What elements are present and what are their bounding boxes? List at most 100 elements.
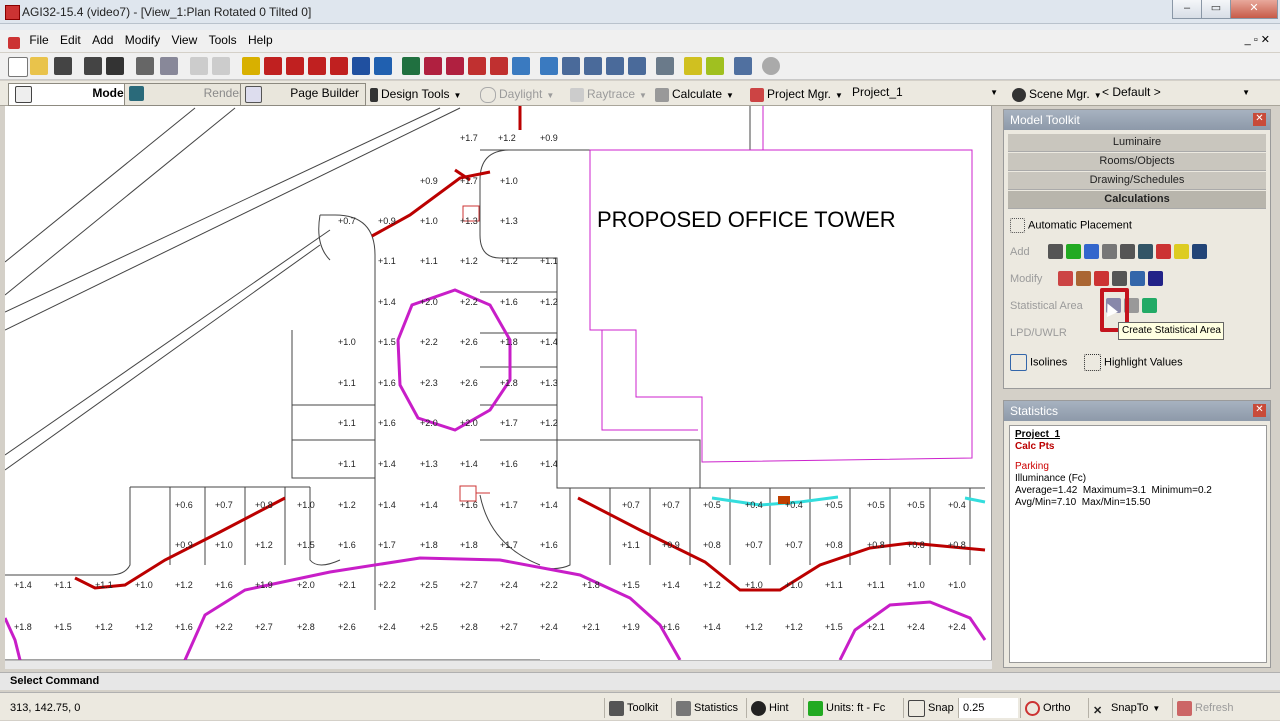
view-icon[interactable] xyxy=(374,57,392,75)
status-units-button[interactable]: Units: ft - Fc xyxy=(803,698,885,718)
mode-toolbar: Model Render Page Builder Design Tools ▼ … xyxy=(0,81,1280,106)
close-button[interactable]: ✕ xyxy=(1230,0,1278,19)
copy-icon[interactable] xyxy=(160,57,178,75)
menu-tools[interactable]: Tools xyxy=(205,30,241,50)
snap-value-field[interactable]: 0.25 xyxy=(958,698,1018,718)
toolkit-header: Model Toolkit ✕ xyxy=(1004,110,1270,130)
new-icon[interactable] xyxy=(8,57,28,77)
status-statistics-button[interactable]: Statistics xyxy=(671,698,738,718)
toolkit-section-luminaire[interactable]: Luminaire xyxy=(1008,134,1266,152)
print-icon[interactable] xyxy=(136,57,154,75)
iso-view-icon[interactable] xyxy=(512,57,530,75)
export-icon[interactable] xyxy=(84,57,102,75)
side-view-icon[interactable] xyxy=(424,57,442,75)
zoom-in-icon[interactable] xyxy=(286,57,304,75)
calc-point-value: +1.7 xyxy=(460,133,478,143)
menu-edit[interactable]: Edit xyxy=(56,30,85,50)
isolines-button[interactable]: Isolines xyxy=(1010,354,1067,371)
pencil-icon[interactable] xyxy=(242,57,260,75)
main-toolbar xyxy=(0,53,1280,80)
highlight-values-button[interactable]: Highlight Values xyxy=(1084,354,1183,371)
left-border xyxy=(0,106,5,672)
calc-point-value: +2.7 xyxy=(460,580,478,590)
orbit-left-icon[interactable] xyxy=(584,57,602,75)
rotate-y-icon[interactable] xyxy=(490,57,508,75)
import-icon[interactable] xyxy=(54,57,72,75)
status-snap-button[interactable]: Snap xyxy=(903,698,954,718)
orbit-up-icon[interactable] xyxy=(628,57,646,75)
calc-point-value: +1.1 xyxy=(378,256,396,266)
daylight-menu[interactable]: Daylight ▼ xyxy=(480,87,554,103)
toolkit-section-drawing[interactable]: Drawing/Schedules xyxy=(1008,172,1266,190)
calc-point-value: +1.2 xyxy=(255,540,273,550)
menu-view[interactable]: View xyxy=(167,30,201,50)
splitter[interactable] xyxy=(993,106,1001,670)
site-plan[interactable]: +1.7 +1.2 +0.9 +0.9 +1.7 +1.0 +0.7 +0.9 +1.0 +1.3… xyxy=(5,106,992,666)
toolkit-close-icon[interactable]: ✕ xyxy=(1253,113,1266,126)
stop-icon[interactable] xyxy=(762,57,780,75)
units-icon xyxy=(808,700,823,716)
mdi-controls[interactable]: _ ▫ ✕ xyxy=(1245,33,1270,46)
calc-point-value: +1.6 xyxy=(460,500,478,510)
calc-point-value: +0.8 xyxy=(867,540,885,550)
status-ortho-button[interactable]: Ortho xyxy=(1020,698,1071,718)
calculate-icon xyxy=(655,87,669,102)
add-tools[interactable] xyxy=(1048,244,1210,259)
open-icon[interactable] xyxy=(30,57,48,75)
front-view-icon[interactable] xyxy=(446,57,464,75)
menu-file[interactable]: File xyxy=(25,30,52,50)
scene-select[interactable]: < Default > ▼ xyxy=(1102,85,1252,103)
isolines-icon xyxy=(1010,354,1027,371)
edit-note-icon[interactable] xyxy=(684,57,702,75)
zoom-extents-icon[interactable] xyxy=(330,57,348,75)
project-select[interactable]: Project_1 ▼ xyxy=(852,85,1000,103)
plan-view-icon[interactable] xyxy=(402,57,420,75)
automatic-placement-button[interactable]: Automatic Placement xyxy=(1010,218,1132,233)
status-refresh-button[interactable]: Refresh xyxy=(1172,698,1234,718)
layer-icon[interactable] xyxy=(656,57,674,75)
zoom-window-icon[interactable] xyxy=(264,57,282,75)
status-toolkit-button[interactable]: Toolkit xyxy=(604,698,658,718)
undo-icon[interactable] xyxy=(190,57,208,75)
tab-page-builder[interactable]: Page Builder xyxy=(240,83,366,106)
save-icon[interactable] xyxy=(106,57,124,75)
ortho-icon xyxy=(1025,700,1040,716)
pan-icon[interactable] xyxy=(352,57,370,75)
status-snapto-button[interactable]: ✕ SnapTo ▼ xyxy=(1088,698,1160,718)
orbit-right-icon[interactable] xyxy=(606,57,624,75)
calculate-menu[interactable]: Calculate ▼ xyxy=(655,87,734,102)
drawing-canvas[interactable]: +1.7 +1.2 +0.9 +0.9 +1.7 +1.0 +0.7 +0.9 +1.0 +1.3… xyxy=(5,106,992,666)
command-line[interactable]: Select Command xyxy=(0,672,1280,690)
calc-point-value: +1.8 xyxy=(420,540,438,550)
horizontal-scrollbar[interactable] xyxy=(5,660,992,669)
status-hint-button[interactable]: Hint xyxy=(746,698,789,718)
menu-modify[interactable]: Modify xyxy=(121,30,164,50)
statistics-body[interactable]: Project_1 Calc Pts Parking Illuminance (… xyxy=(1009,425,1267,663)
rotate-x-icon[interactable] xyxy=(468,57,486,75)
tab-render[interactable]: Render xyxy=(124,83,250,106)
raytrace-menu[interactable]: Raytrace ▼ xyxy=(570,87,647,102)
modify-tools[interactable] xyxy=(1058,271,1166,286)
statistics-close-icon[interactable]: ✕ xyxy=(1253,404,1266,417)
design-tools-menu[interactable]: Design Tools ▼ xyxy=(370,87,461,102)
orbit-icon[interactable] xyxy=(562,57,580,75)
calc-point-value: +2.1 xyxy=(867,622,885,632)
calc-point-value: +2.6 xyxy=(460,378,478,388)
project-mgr-menu[interactable]: Project Mgr. ▼ xyxy=(750,87,843,102)
grid-dots-icon xyxy=(1010,218,1025,233)
calc-point-value: +0.9 xyxy=(540,133,558,143)
toolkit-section-rooms[interactable]: Rooms/Objects xyxy=(1008,153,1266,171)
maximize-button[interactable]: ▭ xyxy=(1201,0,1231,19)
menu-help[interactable]: Help xyxy=(244,30,277,50)
find-icon[interactable] xyxy=(734,57,752,75)
scene-mgr-menu[interactable]: Scene Mgr. ▼ xyxy=(1012,87,1102,102)
menu-add[interactable]: Add xyxy=(88,30,117,50)
zoom-out-icon[interactable] xyxy=(308,57,326,75)
toolkit-section-calculations[interactable]: Calculations xyxy=(1008,191,1266,209)
markup-icon[interactable] xyxy=(706,57,724,75)
camera-icon[interactable] xyxy=(540,57,558,75)
redo-icon[interactable] xyxy=(212,57,230,75)
minimize-button[interactable]: – xyxy=(1172,0,1202,19)
calc-point-value: +1.4 xyxy=(540,459,558,469)
tab-model[interactable]: Model xyxy=(8,83,134,106)
